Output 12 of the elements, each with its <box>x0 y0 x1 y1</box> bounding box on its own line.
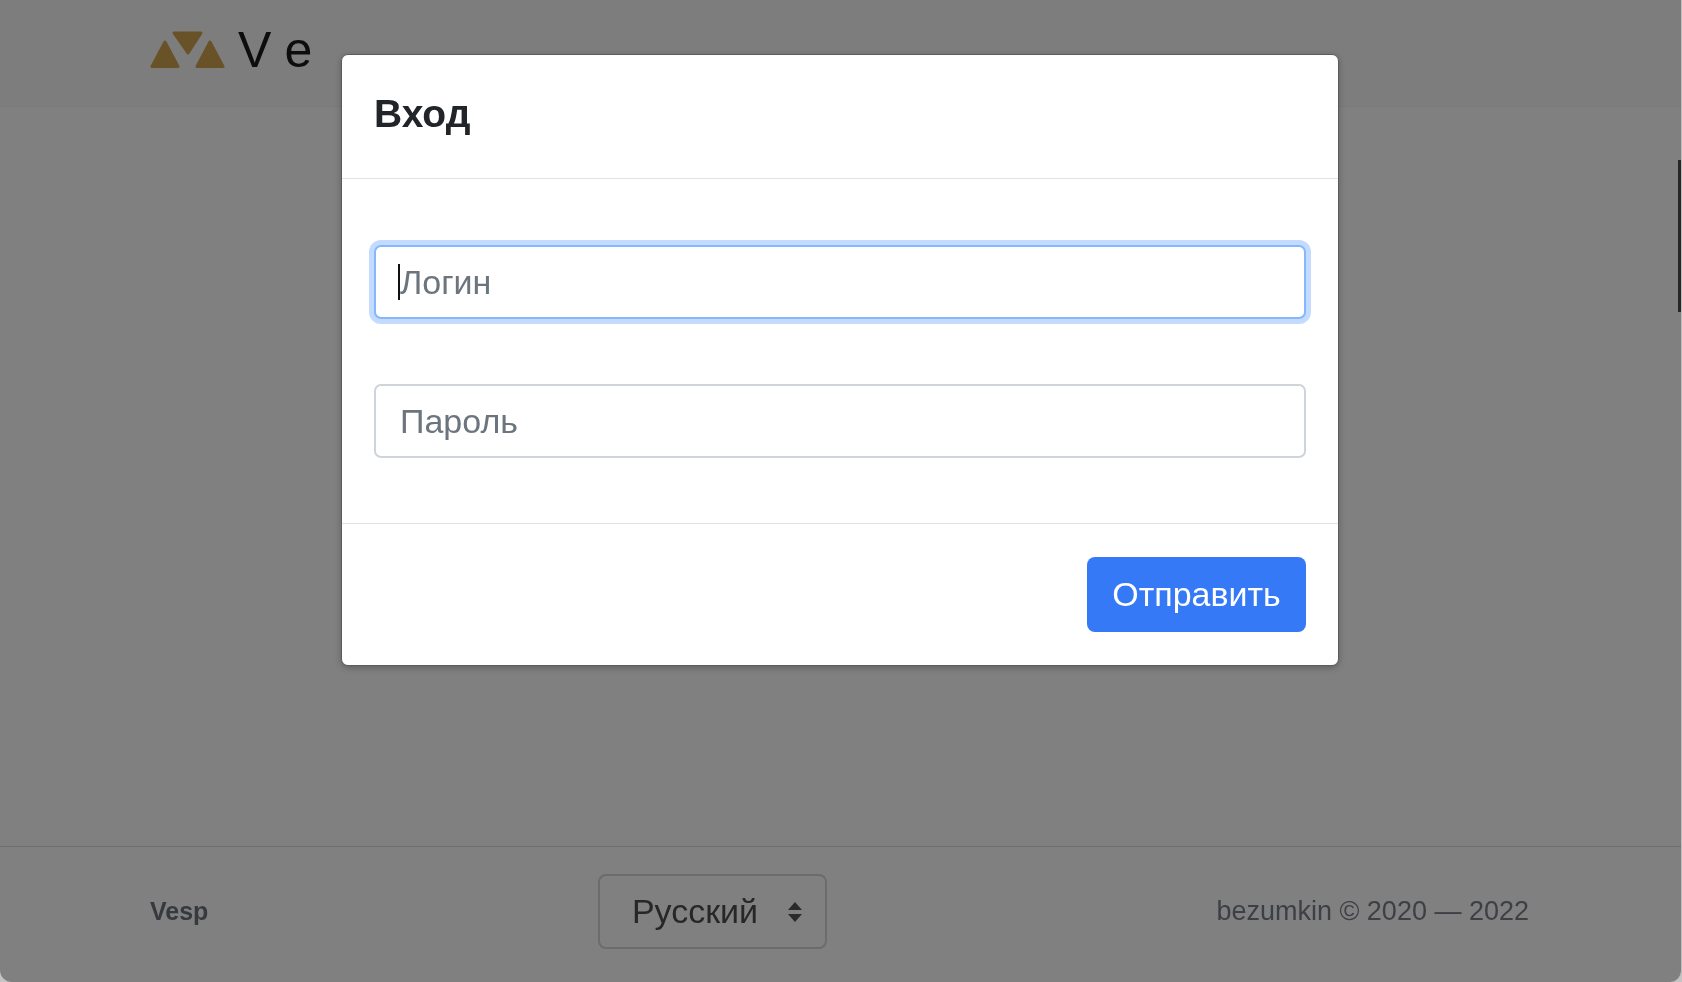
logo-wordmark: Ve <box>238 25 329 75</box>
input-field[interactable]: Пароль <box>374 384 1306 458</box>
input-field[interactable]: Логин <box>374 245 1306 319</box>
scrollbar-thumb[interactable] <box>1678 160 1681 312</box>
dialog-title: Вход <box>374 91 471 138</box>
language-select[interactable]: Русский <box>597 874 827 949</box>
copyright-text: bezumkin © 2020 — 2022 <box>1216 895 1529 929</box>
submit-button[interactable]: Отправить <box>1087 557 1306 632</box>
text-cursor <box>398 264 400 300</box>
footer-brand: Vesp <box>150 895 209 927</box>
logo-icon <box>150 31 225 69</box>
sort-caret-icon <box>786 900 803 923</box>
